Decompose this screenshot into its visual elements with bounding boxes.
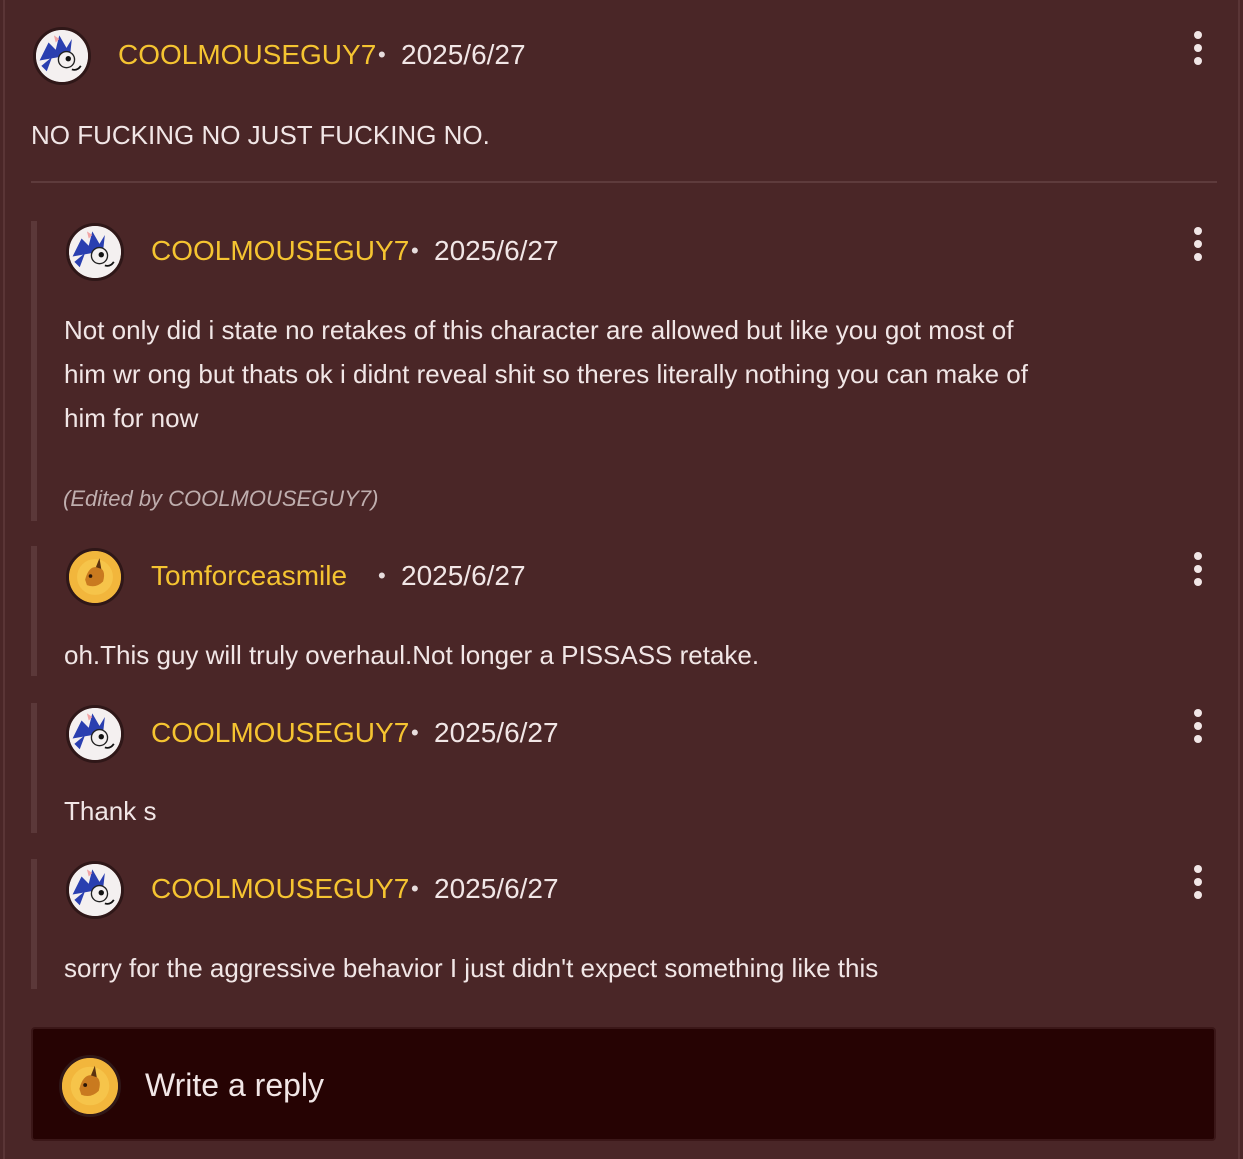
more-options-icon[interactable] <box>1188 863 1208 903</box>
comment-text: NO FUCKING NO JUST FUCKING NO. <box>31 120 490 150</box>
avatar[interactable] <box>66 223 124 281</box>
comment-date: 2025/6/27 <box>434 235 559 266</box>
comment-author[interactable]: COOLMOUSEGUY7 <box>151 717 409 749</box>
reply-indent-bar <box>31 859 37 989</box>
blue-hedgehog-icon <box>69 708 121 760</box>
reply-placeholder[interactable]: Write a reply <box>145 1066 324 1104</box>
avatar <box>59 1055 121 1117</box>
meta-separator: • <box>411 876 419 901</box>
comment-text-line: him wr ong but thats ok i didnt reveal s… <box>64 359 1028 389</box>
comment-date: 2025/6/27 <box>434 717 559 748</box>
more-options-icon[interactable] <box>1188 29 1208 69</box>
more-options-icon[interactable] <box>1188 707 1208 747</box>
orange-creature-icon <box>62 1058 118 1114</box>
comment-text: Not only did i state no retakes of this … <box>64 308 1214 440</box>
comment-text: Thank s <box>64 796 157 826</box>
blue-hedgehog-icon <box>36 30 88 82</box>
meta-separator: • <box>411 238 419 263</box>
comment-date: 2025/6/27 <box>401 560 526 591</box>
divider <box>31 181 1217 183</box>
comment-date: 2025/6/27 <box>434 873 559 904</box>
avatar[interactable] <box>33 27 91 85</box>
comment-author[interactable]: COOLMOUSEGUY7 <box>151 235 409 267</box>
avatar[interactable] <box>66 705 124 763</box>
more-options-icon[interactable] <box>1188 225 1208 265</box>
comment-text: sorry for the aggressive behavior I just… <box>64 953 879 983</box>
comment-author[interactable]: Tomforceasmile <box>151 560 347 592</box>
meta-separator: • <box>378 563 386 588</box>
reply-indent-bar <box>31 703 37 833</box>
more-options-icon[interactable] <box>1188 550 1208 590</box>
comment-text: oh.This guy will truly overhaul.Not long… <box>64 640 760 670</box>
meta-separator: • <box>378 42 386 67</box>
comment-date: 2025/6/27 <box>401 39 526 70</box>
comment-text-line: him for now <box>64 403 199 433</box>
comment-author[interactable]: COOLMOUSEGUY7 <box>118 39 376 71</box>
avatar[interactable] <box>66 548 124 606</box>
blue-hedgehog-icon <box>69 226 121 278</box>
blue-hedgehog-icon <box>69 864 121 916</box>
comment-author[interactable]: COOLMOUSEGUY7 <box>151 873 409 905</box>
reply-indent-bar <box>31 221 37 521</box>
avatar[interactable] <box>66 861 124 919</box>
reply-indent-bar <box>31 546 37 676</box>
comment-text-line: Not only did i state no retakes of this … <box>64 315 1014 345</box>
meta-separator: • <box>411 720 419 745</box>
orange-creature-icon <box>69 551 121 603</box>
edited-note: (Edited by COOLMOUSEGUY7) <box>63 486 379 511</box>
